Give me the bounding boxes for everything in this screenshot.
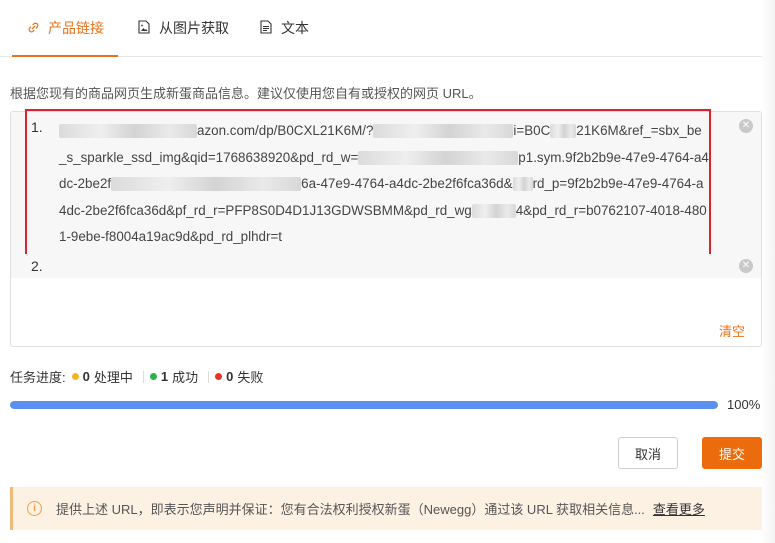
edge-shadow bbox=[761, 0, 775, 543]
row-index: 1. bbox=[31, 119, 43, 135]
redacted-text bbox=[373, 124, 514, 139]
description-text: 根据您现有的商品网页生成新蛋商品信息。建议仅使用您自有或授权的网页 URL。 bbox=[10, 86, 482, 101]
progress-label: 任务进度: bbox=[10, 370, 66, 385]
url-row-1[interactable]: 1. azon.com/dp/B0CXL21K6M/? i=B0C 21K6M&re… bbox=[11, 109, 761, 263]
failed-stat: 0 失败 bbox=[215, 367, 263, 386]
redacted-text bbox=[471, 203, 516, 218]
progress-bar-fill bbox=[10, 401, 718, 409]
url-input-list[interactable]: 1. azon.com/dp/B0CXL21K6M/? i=B0C 21K6M&re… bbox=[10, 109, 762, 347]
processing-dot-icon bbox=[71, 373, 79, 380]
tab-text[interactable]: 文本 bbox=[259, 18, 309, 54]
processing-stat: 0 处理中 bbox=[71, 367, 133, 386]
remove-row-1-icon[interactable]: ✕ bbox=[739, 119, 753, 133]
progress-bar bbox=[10, 401, 718, 409]
tab-product-link[interactable]: 产品链接 bbox=[12, 18, 118, 57]
tab-label: 从图片获取 bbox=[159, 20, 229, 36]
url-value[interactable]: azon.com/dp/B0CXL21K6M/? i=B0C 21K6M&ref_=… bbox=[59, 118, 709, 251]
redacted-text bbox=[59, 124, 197, 139]
failed-dot-icon bbox=[215, 373, 223, 380]
tab-label: 文本 bbox=[281, 20, 309, 36]
link-icon bbox=[26, 19, 40, 35]
notice-text: 提供上述 URL，即表示您声明并保证：您有合法权利授权新蛋（Newegg）通过该… bbox=[56, 502, 645, 517]
divider bbox=[142, 370, 144, 383]
redacted-text bbox=[358, 150, 519, 165]
success-stat: 1 成功 bbox=[149, 367, 198, 386]
row-index: 2. bbox=[31, 258, 43, 274]
text-file-icon bbox=[259, 19, 273, 35]
tab-from-image[interactable]: 从图片获取 bbox=[137, 18, 229, 54]
redacted-text bbox=[512, 177, 533, 192]
clear-all-link[interactable]: 清空 bbox=[719, 321, 745, 340]
tab-bar: 产品链接 从图片获取 文本 bbox=[0, 0, 762, 57]
remove-row-2-icon[interactable]: ✕ bbox=[739, 259, 753, 273]
success-dot-icon bbox=[149, 373, 157, 380]
cancel-button[interactable]: 取消 bbox=[618, 437, 678, 469]
info-icon: i bbox=[27, 501, 42, 516]
task-progress: 任务进度: 0 处理中 1 成功 0 失败 bbox=[10, 367, 263, 386]
disclaimer-notice: i 提供上述 URL，即表示您声明并保证：您有合法权利授权新蛋（Newegg）通… bbox=[10, 487, 762, 530]
progress-percent: 100% bbox=[727, 397, 761, 412]
submit-button[interactable]: 提交 bbox=[702, 437, 762, 469]
redacted-text bbox=[550, 124, 577, 139]
divider bbox=[208, 370, 210, 383]
url-row-2[interactable]: 2. ✕ bbox=[11, 254, 761, 278]
tab-label: 产品链接 bbox=[48, 20, 104, 36]
image-file-icon bbox=[137, 19, 151, 35]
redacted-text bbox=[111, 177, 302, 192]
see-more-link[interactable]: 查看更多 bbox=[653, 499, 705, 518]
